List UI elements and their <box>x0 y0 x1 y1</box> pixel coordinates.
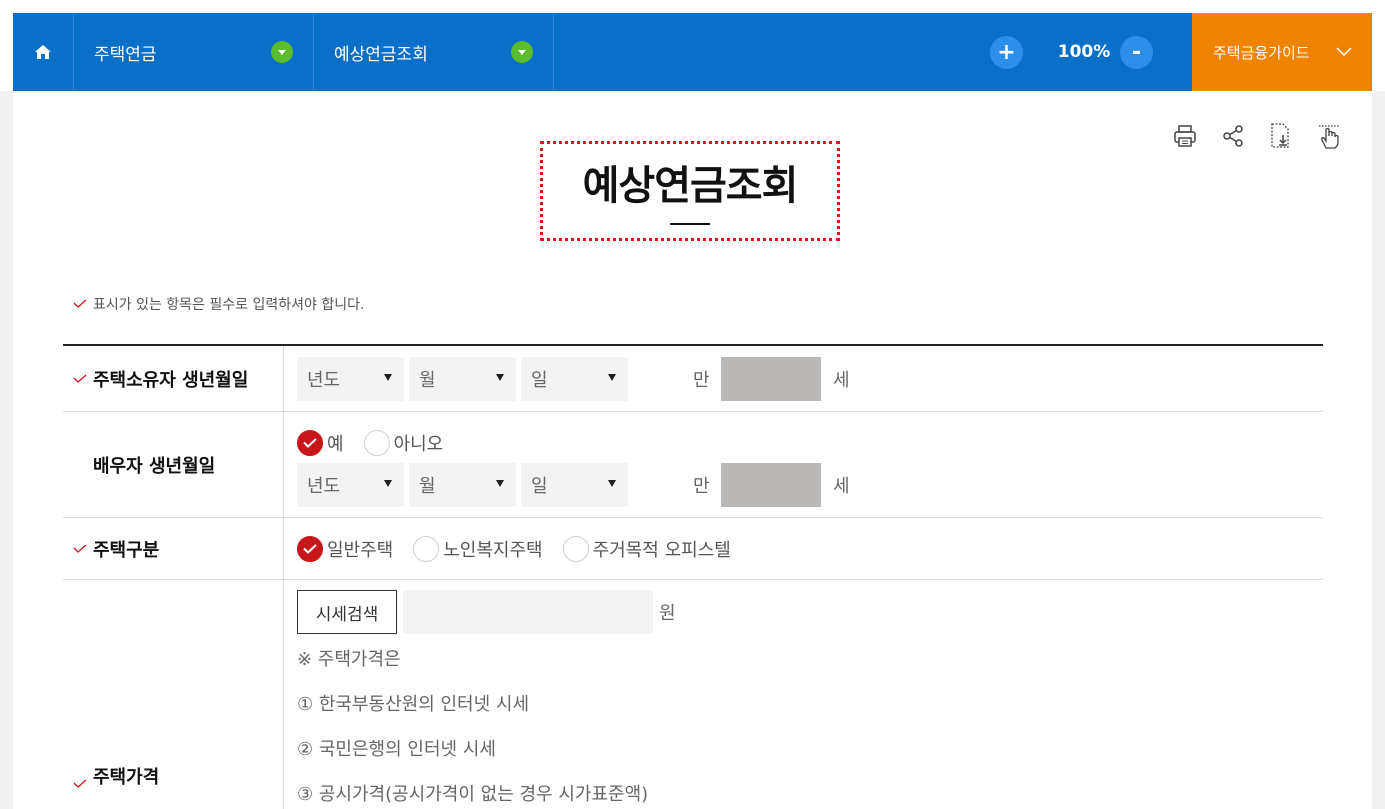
spouse-year-value: 년도 <box>307 476 341 497</box>
owner-birth-label: 주택소유자 생년월일 <box>93 369 249 391</box>
caret-down-icon <box>384 480 392 487</box>
house-price-input[interactable] <box>403 590 653 634</box>
house-type-header: 주택구분 <box>63 518 284 579</box>
page-title: 예상연금조회 <box>582 163 799 209</box>
pension-form: 주택소유자 생년월일 년도 월 일 만 세 배우자 생년월일 예 아니오 년도 … <box>63 344 1323 809</box>
required-notice-text: 표시가 있는 항목은 필수로 입력하셔야 합니다. <box>93 297 365 313</box>
spouse-yes-radio[interactable] <box>297 430 323 456</box>
price-note-1: ① 한국부동산원의 인터넷 시세 <box>297 694 530 715</box>
spouse-birth-header: 배우자 생년월일 <box>63 412 284 517</box>
price-note-title: ※ 주택가격은 <box>297 649 401 670</box>
page-tools <box>1172 122 1342 150</box>
price-note-2: ② 국민은행의 인터넷 시세 <box>297 739 496 760</box>
share-icon <box>1223 125 1243 147</box>
home-button[interactable] <box>13 13 74 91</box>
download-icon <box>1271 123 1289 148</box>
house-type-cell: 일반주택 노인복지주택 주거목적 오피스텔 <box>284 518 1323 579</box>
touch-button[interactable] <box>1316 122 1342 150</box>
housing-finance-guide-button[interactable]: 주택금융가이드 <box>1192 13 1372 91</box>
owner-month-select[interactable]: 월 <box>409 356 516 401</box>
general-house-radio[interactable] <box>297 535 323 562</box>
check-icon <box>303 543 317 554</box>
left-gutter <box>0 91 13 809</box>
owner-age-prefix: 만 <box>693 369 710 391</box>
zoom-out-button[interactable]: - <box>1120 36 1153 69</box>
caret-down-icon <box>496 373 504 381</box>
owner-day-select[interactable]: 일 <box>521 356 628 401</box>
spouse-radio-group: 예 아니오 <box>297 428 1323 458</box>
general-house-label[interactable]: 일반주택 <box>327 536 393 562</box>
required-check-icon <box>73 779 93 789</box>
owner-month-value: 월 <box>419 369 436 391</box>
house-price-label: 주택가격 <box>93 767 160 788</box>
house-type-label: 주택구분 <box>93 539 160 561</box>
spouse-yes-label[interactable]: 예 <box>327 430 344 456</box>
house-price-cell: 시세검색 원 ※ 주택가격은 ① 한국부동산원의 인터넷 시세 ② 국민은행의 … <box>284 580 1323 809</box>
nav-menu-label: 예상연금조회 <box>334 44 428 65</box>
spouse-age-prefix: 만 <box>693 476 710 497</box>
house-type-row: 주택구분 일반주택 노인복지주택 주거목적 오피스텔 <box>63 518 1323 580</box>
owner-birth-row: 주택소유자 생년월일 년도 월 일 만 세 <box>63 346 1323 412</box>
owner-birth-header: 주택소유자 생년월일 <box>63 346 284 411</box>
spouse-month-value: 월 <box>419 476 436 497</box>
right-gutter <box>1372 91 1385 809</box>
price-unit: 원 <box>659 603 676 624</box>
title-underline <box>670 223 710 225</box>
guide-label: 주택금융가이드 <box>1213 43 1310 62</box>
zoom-in-button[interactable]: + <box>990 36 1023 69</box>
senior-welfare-house-radio[interactable] <box>413 535 440 562</box>
required-check-icon <box>73 374 93 384</box>
spouse-day-select[interactable]: 일 <box>521 463 628 507</box>
spouse-no-radio[interactable] <box>363 430 390 456</box>
senior-welfare-house-label[interactable]: 노인복지주택 <box>443 536 542 562</box>
required-check-icon <box>73 299 87 308</box>
chevron-down-icon <box>511 41 533 63</box>
owner-year-value: 년도 <box>307 369 341 391</box>
spouse-month-select[interactable]: 월 <box>409 463 516 507</box>
zoom-level: 100% <box>1057 42 1111 62</box>
print-button[interactable] <box>1172 122 1198 150</box>
owner-birth-cell: 년도 월 일 만 세 <box>284 346 1323 411</box>
home-icon <box>35 45 51 59</box>
touch-icon <box>1319 125 1339 149</box>
caret-down-icon <box>496 480 504 487</box>
spouse-birth-row: 배우자 생년월일 예 아니오 년도 월 일 만 세 <box>63 412 1323 518</box>
chevron-down-icon <box>1336 47 1352 57</box>
house-price-row: 주택가격 시세검색 원 ※ 주택가격은 ① 한국부동산원의 인터넷 시세 ② 국… <box>63 580 1323 809</box>
spouse-year-select[interactable]: 년도 <box>297 463 404 507</box>
house-price-header: 주택가격 <box>63 580 284 809</box>
owner-year-select[interactable]: 년도 <box>297 356 404 401</box>
price-search-button[interactable]: 시세검색 <box>297 590 397 634</box>
owner-age-display <box>721 356 821 401</box>
spouse-age-suffix: 세 <box>833 476 850 497</box>
caret-down-icon <box>608 480 616 487</box>
top-strip <box>0 0 1385 13</box>
owner-day-value: 일 <box>531 369 548 391</box>
nav-menu-label: 주택연금 <box>94 44 157 65</box>
spouse-date-line: 년도 월 일 만 세 <box>297 463 1323 507</box>
caret-down-icon <box>384 373 392 381</box>
spouse-birth-label: 배우자 생년월일 <box>93 455 216 477</box>
price-note-3: ③ 공시가격(공시가격이 없는 경우 시가표준액) <box>297 784 649 805</box>
nav-menu-expected-pension[interactable]: 예상연금조회 <box>314 13 554 91</box>
check-icon <box>303 438 317 448</box>
residential-officetel-label[interactable]: 주거목적 오피스텔 <box>593 536 731 562</box>
residential-officetel-radio[interactable] <box>562 535 589 562</box>
spouse-day-value: 일 <box>531 476 548 497</box>
spouse-birth-cell: 예 아니오 년도 월 일 만 세 <box>284 412 1323 517</box>
top-navigation-bar: 주택연금 예상연금조회 + 100% - 주택금융가이드 <box>13 13 1372 91</box>
spouse-age-display <box>721 463 821 507</box>
nav-menu-housing-pension[interactable]: 주택연금 <box>74 13 314 91</box>
download-button[interactable] <box>1268 122 1294 150</box>
page-title-box: 예상연금조회 <box>540 141 840 241</box>
required-notice: 표시가 있는 항목은 필수로 입력하셔야 합니다. <box>73 294 364 314</box>
spouse-no-label[interactable]: 아니오 <box>394 430 444 456</box>
print-icon <box>1174 125 1196 147</box>
caret-down-icon <box>608 373 616 381</box>
price-input-line: 시세검색 원 <box>297 590 1323 634</box>
share-button[interactable] <box>1220 122 1246 150</box>
required-check-icon <box>73 544 93 554</box>
owner-age-suffix: 세 <box>833 369 850 391</box>
chevron-down-icon <box>271 41 293 63</box>
